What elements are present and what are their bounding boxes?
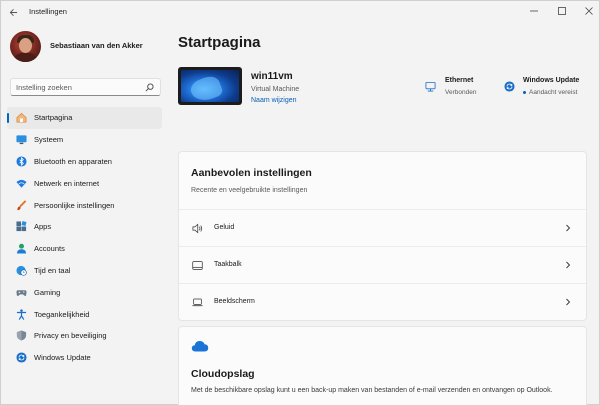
cloud-title: Cloudopslag bbox=[191, 368, 255, 380]
recommended-title: Aanbevolen instellingen bbox=[191, 167, 312, 179]
attention-dot-icon bbox=[523, 90, 526, 94]
ethernet-icon[interactable] bbox=[425, 81, 436, 92]
search-input[interactable] bbox=[16, 82, 141, 93]
sidebar-item-startpagina[interactable]: Startpagina bbox=[7, 107, 162, 129]
maximize-button[interactable] bbox=[551, 3, 573, 19]
sidebar-item-label: Bluetooth en apparaten bbox=[34, 156, 112, 166]
title-bar: Instellingen bbox=[1, 1, 600, 23]
update-icon bbox=[16, 352, 27, 363]
sidebar-item-label: Toegankelijkheid bbox=[34, 309, 90, 319]
sidebar-item-windows-update[interactable]: Windows Update bbox=[7, 347, 162, 369]
ethernet-status: Verbonden bbox=[445, 89, 477, 96]
sidebar-nav: Startpagina Systeem Bluetooth en apparat… bbox=[7, 107, 162, 369]
windows-update-title[interactable]: Windows Update bbox=[523, 77, 579, 84]
sidebar-item-label: Apps bbox=[34, 222, 52, 232]
recommended-settings-card: Aanbevolen instellingen Recente en veelg… bbox=[178, 151, 587, 321]
sidebar-item-label: Persoonlijke instellingen bbox=[34, 200, 115, 210]
monitor-icon bbox=[16, 134, 27, 145]
cloud-storage-card: Cloudopslag Met de beschikbare opslag ku… bbox=[178, 326, 587, 405]
windows-update-status-text: Aandacht vereist bbox=[529, 89, 578, 96]
app-title: Instellingen bbox=[29, 7, 67, 16]
sidebar-item-label: Systeem bbox=[34, 135, 64, 145]
laptop-icon bbox=[192, 297, 203, 308]
speaker-icon bbox=[192, 223, 203, 234]
recommended-row-beeldscherm[interactable]: Beeldscherm bbox=[179, 283, 586, 320]
device-thumbnail bbox=[178, 67, 242, 105]
sidebar-item-label: Tijd en taal bbox=[34, 265, 71, 275]
sidebar-item-netwerk[interactable]: Netwerk en internet bbox=[7, 172, 162, 194]
sidebar-item-tijd-taal[interactable]: Tijd en taal bbox=[7, 260, 162, 282]
chevron-right-icon bbox=[564, 296, 572, 308]
arrow-left-icon bbox=[9, 8, 17, 16]
taskbar-icon bbox=[192, 260, 203, 271]
settings-window: Instellingen Sebastiaan van den Akker St… bbox=[0, 0, 600, 405]
sidebar-item-label: Accounts bbox=[34, 244, 65, 254]
back-button[interactable] bbox=[5, 4, 21, 20]
gamepad-icon bbox=[16, 287, 27, 298]
windows-update-status: Aandacht vereist bbox=[523, 89, 577, 96]
accessibility-icon bbox=[16, 308, 27, 320]
home-icon bbox=[16, 112, 27, 123]
sidebar-item-label: Windows Update bbox=[34, 353, 91, 363]
row-label: Beeldscherm bbox=[214, 298, 255, 305]
device-type: Virtual Machine bbox=[251, 86, 300, 93]
brush-icon bbox=[16, 199, 27, 211]
windows-update-icon[interactable] bbox=[504, 81, 515, 92]
cloud-description: Met de beschikbare opslag kunt u een bac… bbox=[191, 387, 553, 394]
sidebar-item-bluetooth[interactable]: Bluetooth en apparaten bbox=[7, 151, 162, 173]
sidebar-item-apps[interactable]: Apps bbox=[7, 216, 162, 238]
row-label: Taakbalk bbox=[214, 261, 242, 268]
person-icon bbox=[16, 243, 27, 254]
globe-clock-icon bbox=[16, 265, 27, 276]
cloud-icon bbox=[191, 341, 209, 352]
search-box[interactable] bbox=[10, 78, 161, 96]
sidebar-item-privacy[interactable]: Privacy en beveiliging bbox=[7, 325, 162, 347]
shield-icon bbox=[16, 330, 27, 341]
apps-icon bbox=[16, 221, 27, 232]
rename-link[interactable]: Naam wijzigen bbox=[251, 97, 297, 104]
avatar[interactable] bbox=[10, 31, 41, 62]
recommended-row-taakbalk[interactable]: Taakbalk bbox=[179, 246, 586, 283]
sidebar-item-accounts[interactable]: Accounts bbox=[7, 238, 162, 260]
sidebar-item-persoonlijk[interactable]: Persoonlijke instellingen bbox=[7, 194, 162, 216]
wallpaper-image bbox=[181, 70, 239, 102]
sidebar-item-gaming[interactable]: Gaming bbox=[7, 281, 162, 303]
sidebar-item-label: Startpagina bbox=[34, 113, 73, 123]
minimize-icon bbox=[530, 10, 538, 12]
sidebar-item-systeem[interactable]: Systeem bbox=[7, 129, 162, 151]
search-icon[interactable] bbox=[145, 83, 154, 92]
wifi-icon bbox=[16, 178, 27, 189]
sidebar-item-label: Privacy en beveiliging bbox=[34, 331, 107, 341]
maximize-icon bbox=[558, 7, 566, 15]
ethernet-title[interactable]: Ethernet bbox=[445, 77, 473, 84]
recommended-row-geluid[interactable]: Geluid bbox=[179, 209, 586, 246]
bluetooth-icon bbox=[16, 156, 27, 167]
minimize-button[interactable] bbox=[523, 3, 545, 19]
page-title: Startpagina bbox=[178, 34, 261, 51]
sidebar-item-label: Gaming bbox=[34, 287, 61, 297]
recommended-subtitle: Recente en veelgebruikte instellingen bbox=[191, 187, 308, 194]
row-label: Geluid bbox=[214, 224, 235, 231]
sidebar-item-label: Netwerk en internet bbox=[34, 178, 100, 188]
chevron-right-icon bbox=[564, 259, 572, 271]
profile-name: Sebastiaan van den Akker bbox=[50, 41, 143, 50]
chevron-right-icon bbox=[564, 222, 572, 234]
close-icon bbox=[585, 7, 593, 15]
close-button[interactable] bbox=[578, 3, 600, 19]
device-name: win11vm bbox=[251, 71, 293, 82]
sidebar-item-toegankelijkheid[interactable]: Toegankelijkheid bbox=[7, 303, 162, 325]
